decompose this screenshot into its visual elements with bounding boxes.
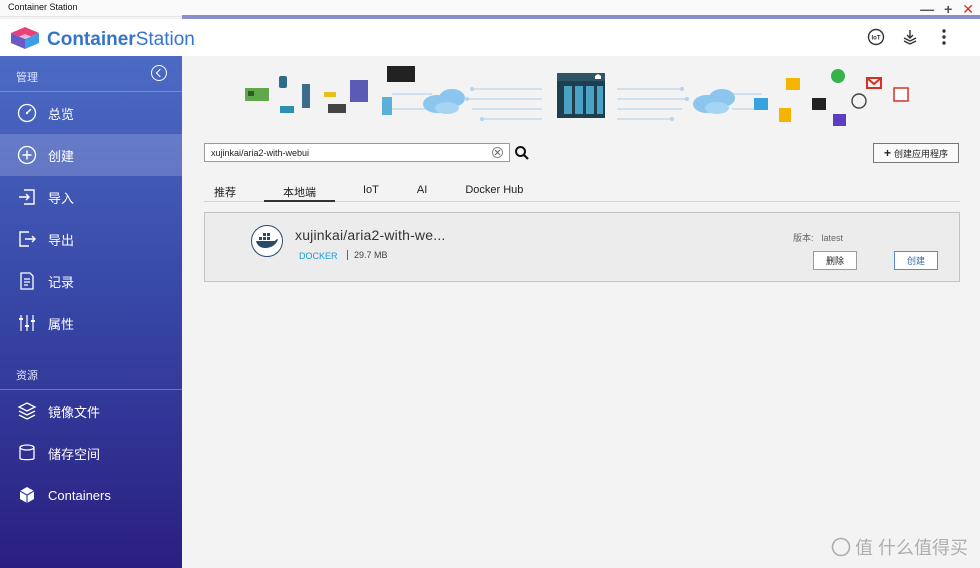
tab-iot[interactable]: IoT	[353, 178, 389, 202]
watch-icon	[279, 76, 287, 88]
version-value: latest	[821, 233, 844, 243]
image-size: 29.7 MB	[347, 250, 388, 260]
dashboard-icon	[16, 102, 38, 124]
app-header: ContainerStation IoT	[0, 19, 980, 56]
watermark-text: 值 什么值得买	[854, 538, 968, 558]
window-controls: — + ✕	[920, 0, 974, 17]
window-titlebar: Container Station — + ✕	[0, 0, 980, 19]
section-label: 资源	[16, 370, 38, 382]
create-button[interactable]: 创建	[894, 251, 938, 270]
main-content: + 创建应用程序 推荐 本地端 IoT AI Docker Hub xujink…	[182, 56, 980, 568]
note-icon	[779, 108, 791, 122]
image-type-badge: DOCKER	[299, 251, 338, 261]
plus-icon: +	[883, 146, 891, 160]
create-application-label: 创建应用程序	[894, 148, 949, 159]
camera-icon	[328, 104, 346, 113]
sidebar-item-label: 总览	[48, 106, 75, 122]
sidebar-section-resources: 资源	[0, 354, 182, 390]
storage-icon	[16, 442, 38, 464]
image-icon	[754, 98, 768, 110]
sidebar-item-label: 属性	[48, 316, 75, 332]
delete-button[interactable]: 删除	[813, 251, 857, 270]
layers-icon	[16, 400, 38, 422]
sidebar-item-create[interactable]: 创建	[0, 134, 182, 176]
clear-search-icon[interactable]	[492, 147, 503, 158]
tab-local[interactable]: 本地端	[264, 178, 335, 202]
sidebar-item-label: 镜像文件	[48, 404, 101, 420]
sidebar-item-storage[interactable]: 储存空间	[0, 432, 182, 474]
svg-text:IoT: IoT	[872, 36, 881, 42]
sidebar-item-label: 导入	[48, 190, 75, 206]
folder-icon	[786, 78, 800, 90]
sidebar-item-import[interactable]: 导入	[0, 176, 182, 218]
sidebar-item-properties[interactable]: 属性	[0, 302, 182, 344]
compass-icon	[851, 93, 867, 109]
film-icon	[812, 98, 826, 110]
cube-icon	[16, 484, 38, 506]
mail-icon	[866, 77, 882, 89]
sidebar-item-label: 储存空间	[48, 446, 101, 462]
log-icon	[16, 270, 38, 292]
version-label: 版本:	[793, 233, 814, 243]
sidebar-item-log[interactable]: 记录	[0, 260, 182, 302]
more-icon[interactable]	[934, 27, 954, 47]
search-icon[interactable]	[514, 145, 530, 161]
calendar-icon	[893, 87, 909, 102]
collapse-sidebar-icon[interactable]	[151, 65, 167, 81]
settings-sliders-icon	[16, 312, 38, 334]
plus-circle-icon	[16, 144, 38, 166]
sidebar-item-label: 记录	[48, 274, 75, 290]
phone-icon	[382, 97, 392, 115]
banner-illustration	[245, 66, 909, 126]
maximize-button[interactable]: +	[944, 2, 952, 16]
tab-recommended[interactable]: 推荐	[204, 178, 246, 202]
stack-icon[interactable]	[900, 27, 920, 47]
image-name[interactable]: xujinkai/aria2-with-we...	[295, 227, 446, 243]
search-input[interactable]	[204, 143, 510, 162]
tab-ai[interactable]: AI	[407, 178, 437, 202]
watermark: 值 什么值得买	[831, 534, 968, 560]
speaker-icon	[302, 84, 310, 108]
image-version: 版本: latest	[793, 231, 843, 244]
image-card: xujinkai/aria2-with-we... DOCKER 29.7 MB…	[204, 212, 960, 282]
section-label: 管理	[16, 72, 38, 84]
import-icon	[16, 186, 38, 208]
cloud-icon	[423, 89, 465, 114]
nas-server-icon	[557, 73, 605, 118]
gamepad-icon	[324, 92, 336, 97]
sidebar-item-label: 导出	[48, 232, 75, 248]
close-button[interactable]: ✕	[962, 2, 974, 16]
minimize-button[interactable]: —	[920, 2, 934, 16]
window-title: Container Station	[8, 2, 78, 12]
sidebar-item-images[interactable]: 镜像文件	[0, 390, 182, 432]
docker-whale-icon	[251, 225, 283, 257]
sidebar-item-overview[interactable]: 总览	[0, 92, 182, 134]
app-brand: ContainerStation	[47, 29, 195, 50]
header-actions: IoT	[866, 27, 954, 47]
cloud-icon	[693, 89, 735, 114]
tab-docker-hub[interactable]: Docker Hub	[455, 178, 533, 202]
tab-bar: 推荐 本地端 IoT AI Docker Hub	[204, 178, 960, 202]
watermark-logo-icon	[831, 537, 851, 557]
sidebar-item-label: 创建	[48, 148, 75, 164]
iot-icon[interactable]: IoT	[866, 27, 886, 47]
create-application-button[interactable]: + 创建应用程序	[873, 143, 959, 163]
tablet-icon	[350, 80, 368, 102]
sidebar-item-export[interactable]: 导出	[0, 218, 182, 260]
export-icon	[16, 228, 38, 250]
sidebar: 管理 总览 创建 导入 导出 记录 属性 资源 镜像文件 储存空间 Contai…	[0, 56, 182, 568]
music-icon	[833, 114, 846, 126]
sidebar-item-containers[interactable]: Containers	[0, 474, 182, 516]
monitor-icon	[387, 66, 415, 82]
container-station-logo-icon	[10, 26, 40, 55]
chat-icon	[831, 69, 845, 83]
sidebar-section-manage: 管理	[0, 56, 182, 92]
sidebar-item-label: Containers	[48, 487, 111, 503]
